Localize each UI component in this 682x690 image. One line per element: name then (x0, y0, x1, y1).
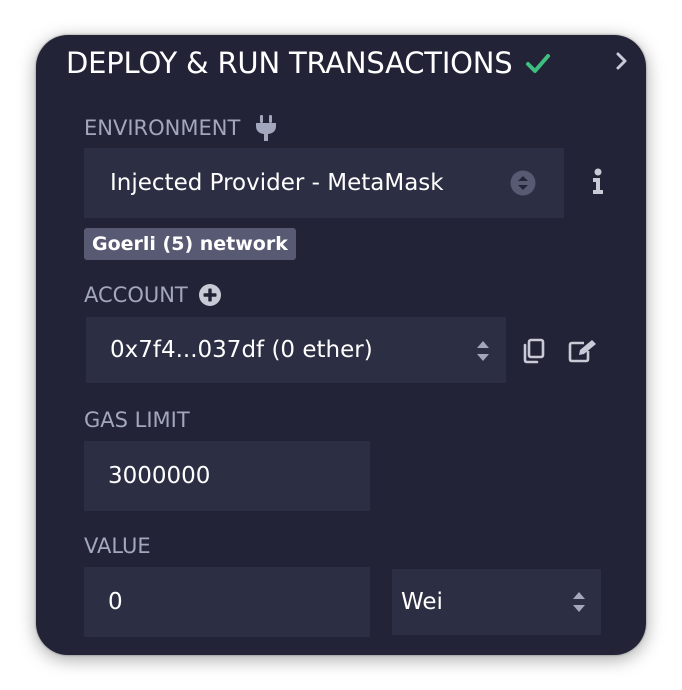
check-icon (525, 52, 551, 74)
select-arrows-icon (476, 338, 490, 364)
panel-header: DEPLOY & RUN TRANSACTIONS (66, 43, 551, 83)
gas-limit-input[interactable]: 3000000 (84, 441, 370, 511)
edit-icon[interactable] (568, 339, 598, 363)
environment-label-text: ENVIRONMENT (84, 116, 241, 140)
value-label: VALUE (84, 531, 151, 561)
deploy-run-panel: DEPLOY & RUN TRANSACTIONS ENVIRONMENT In… (36, 35, 646, 655)
info-icon[interactable] (591, 168, 605, 196)
value-label-text: VALUE (84, 534, 151, 558)
account-label: ACCOUNT (84, 280, 222, 310)
value-unit-select[interactable]: Wei (392, 569, 601, 635)
plus-circle-icon[interactable] (198, 283, 222, 307)
gas-limit-input-value: 3000000 (108, 463, 211, 489)
value-input-value: 0 (108, 589, 123, 615)
account-select[interactable]: 0x7f4...037df (0 ether) (86, 317, 506, 383)
environment-select-value: Injected Provider - MetaMask (110, 170, 444, 196)
account-label-text: ACCOUNT (84, 283, 188, 307)
value-input[interactable]: 0 (84, 567, 370, 637)
copy-icon[interactable] (521, 338, 545, 364)
select-arrows-icon (572, 589, 586, 615)
gas-limit-label: GAS LIMIT (84, 405, 190, 435)
account-select-value: 0x7f4...037df (0 ether) (110, 337, 373, 363)
select-arrows-icon (510, 170, 536, 196)
value-unit-select-value: Wei (401, 589, 443, 615)
environment-select[interactable]: Injected Provider - MetaMask (84, 148, 564, 218)
panel-title: DEPLOY & RUN TRANSACTIONS (66, 46, 513, 80)
chevron-right-icon[interactable] (614, 51, 630, 71)
gas-limit-label-text: GAS LIMIT (84, 408, 190, 432)
plug-icon (254, 114, 278, 142)
network-badge: Goerli (5) network (84, 228, 296, 260)
environment-label: ENVIRONMENT (84, 113, 278, 143)
